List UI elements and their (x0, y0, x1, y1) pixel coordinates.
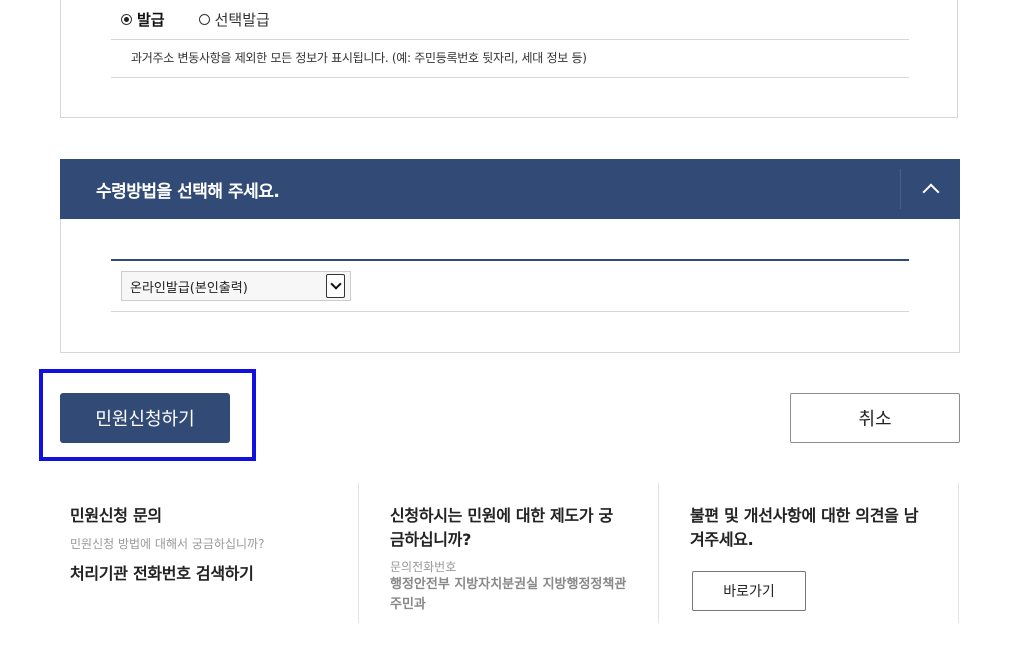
radio-selective-issue-label: 선택발급 (214, 10, 270, 29)
inquiry-title: 민원신청 문의 (70, 506, 162, 525)
divider (111, 311, 909, 312)
divider (111, 39, 909, 40)
radio-checked-icon (121, 13, 132, 25)
inquiry-subtitle: 민원신청 방법에 대해서 궁금하십니까? (70, 537, 265, 551)
column-divider (658, 483, 659, 623)
issue-type-radio-group: 발급 선택발급 (121, 8, 304, 30)
agency-phone-search-link[interactable]: 처리기관 전화번호 검색하기 (70, 560, 254, 584)
goto-button[interactable]: 바로가기 (692, 571, 806, 611)
feedback-title-1: 불편 및 개선사항에 대한 의견을 남 (690, 506, 919, 525)
inquiry-phone-label: 문의전화번호 (390, 560, 457, 574)
department-line-1: 행정안전부 지방자치분권실 지방행정정책관 (390, 577, 627, 592)
issue-note: 과거주소 변동사항을 제외한 모든 정보가 표시됩니다. (예: 주민등록번호 … (131, 51, 587, 65)
chevron-up-icon (922, 183, 939, 201)
dropdown-button[interactable] (326, 274, 345, 298)
feedback-title-2: 겨주세요. (690, 530, 754, 549)
panel-collapse-button[interactable] (901, 159, 960, 219)
radio-unchecked-icon (198, 13, 210, 25)
radio-issue-label: 발급 (137, 10, 165, 29)
divider (111, 77, 909, 78)
system-inquiry-title-2: 금하십니까? (390, 530, 472, 549)
cancel-button[interactable]: 취소 (790, 393, 960, 443)
chevron-down-icon (329, 278, 342, 290)
system-inquiry-title-1: 신청하시는 민원에 대한 제도가 궁 (390, 506, 613, 525)
apply-button[interactable]: 민원신청하기 (60, 393, 230, 443)
receive-method-title: 수령방법을 선택해 주세요. (96, 182, 280, 202)
column-divider (958, 483, 959, 623)
select-value: 온라인발급(본인출력) (130, 280, 248, 296)
radio-issue[interactable]: 발급 (121, 9, 165, 30)
radio-selective-issue[interactable]: 선택발급 (198, 9, 270, 30)
section-rule (111, 259, 909, 261)
column-divider (358, 483, 359, 623)
receive-method-select[interactable]: 온라인발급(본인출력) (121, 271, 351, 301)
department-line-2: 주민과 (390, 597, 426, 612)
